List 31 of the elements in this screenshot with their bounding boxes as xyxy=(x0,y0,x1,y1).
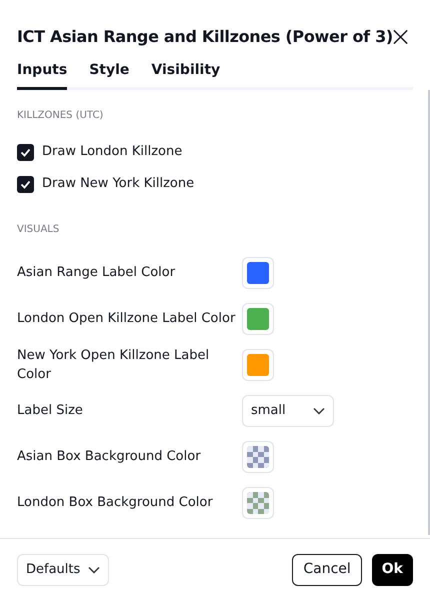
color-swatch[interactable] xyxy=(242,441,274,473)
cancel-button[interactable]: Cancel xyxy=(292,554,362,586)
size-dropdown[interactable]: small xyxy=(242,395,334,427)
ok-button[interactable]: Ok xyxy=(372,554,413,586)
tab[interactable]: Style xyxy=(89,60,130,90)
section-heading: VISUALS xyxy=(17,223,60,237)
dialog-title: ICT Asian Range and Killzones (Power of 3) xyxy=(17,26,393,48)
checkbox[interactable] xyxy=(17,176,34,192)
color-swatch[interactable] xyxy=(242,257,274,289)
checkmark-icon xyxy=(20,148,31,156)
defaults-dropdown[interactable]: Defaults xyxy=(17,554,109,586)
chevron-down-icon xyxy=(88,566,100,574)
color-swatch[interactable] xyxy=(242,303,274,335)
checkbox-label: Draw London Killzone xyxy=(42,143,182,162)
tab[interactable]: Visibility xyxy=(151,60,220,90)
checkbox-label: Draw New York Killzone xyxy=(42,175,194,194)
setting-label: Asian Range Label Color xyxy=(17,264,176,282)
section-heading: KILLZONES (UTC) xyxy=(17,109,104,123)
tab[interactable]: Inputs xyxy=(17,60,68,90)
setting-label: Asian Box Background Color xyxy=(17,448,202,466)
setting-label: Label Size xyxy=(17,402,84,420)
setting-label: New York Open Killzone Label Color xyxy=(17,346,210,384)
setting-label: London Box Background Color xyxy=(17,494,214,512)
color-swatch[interactable] xyxy=(242,349,274,381)
scrollbar[interactable] xyxy=(428,90,430,535)
setting-label: London Open Killzone Label Color xyxy=(17,310,236,328)
close-icon[interactable] xyxy=(392,29,408,45)
chevron-down-icon xyxy=(313,407,325,415)
checkbox[interactable] xyxy=(17,144,34,160)
checkmark-icon xyxy=(20,180,31,188)
color-swatch[interactable] xyxy=(242,487,274,519)
